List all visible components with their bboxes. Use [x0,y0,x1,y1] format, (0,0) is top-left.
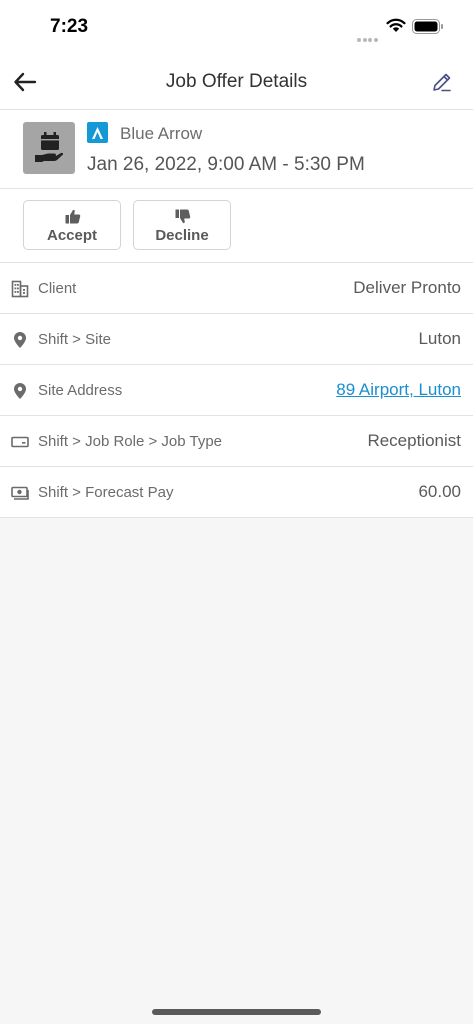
id-card-icon [11,436,29,448]
decline-label: Decline [155,227,209,244]
location-pin-icon [14,332,26,348]
agency-name: Blue Arrow [120,124,203,143]
accept-button[interactable]: Accept [23,200,121,250]
detail-row-site: Shift > Site Luton [0,314,473,365]
detail-label: Site Address [38,382,123,399]
decline-button[interactable]: Decline [133,200,231,250]
offer-actions: Accept Decline [0,189,473,263]
offer-details-list: Client Deliver Pronto Shift > Site Luton… [0,263,473,518]
detail-label: Shift > Site [38,331,111,348]
detail-row-forecast-pay: Shift > Forecast Pay 60.00 [0,467,473,518]
calendar-hand-icon [35,132,64,162]
job-summary: Blue Arrow Jan 26, 2022, 9:00 AM - 5:30 … [0,110,473,189]
detail-label: Shift > Forecast Pay [38,484,174,501]
detail-row-job-type: Shift > Job Role > Job Type Receptionist [0,416,473,467]
detail-label: Shift > Job Role > Job Type [38,433,223,450]
location-pin-icon [14,383,26,399]
building-icon [11,280,29,298]
site-address-link[interactable]: 89 Airport, Luton [336,380,461,400]
thumbs-down-icon [175,209,191,224]
agency-logo [87,122,108,143]
money-icon [11,486,29,500]
pencil-icon[interactable] [431,71,453,93]
detail-label: Client [38,280,77,297]
detail-value: Receptionist [367,431,461,450]
header: Job Offer Details [0,54,473,110]
detail-value: 60.00 [418,482,461,501]
detail-value: Luton [418,329,461,348]
detail-row-client: Client Deliver Pronto [0,263,473,314]
home-indicator[interactable] [152,1009,321,1015]
page-title: Job Offer Details [165,71,308,92]
thumbs-up-icon [65,209,81,224]
status-bar: 7:23 [0,0,473,54]
signal-icon [357,29,379,42]
battery-icon [412,19,443,34]
wifi-icon [386,18,406,32]
status-time: 7:23 [50,16,89,37]
screen: 7:23 Job Offer Details Blue Arrow Jan 26… [0,0,473,1024]
detail-row-site-address: Site Address 89 Airport, Luton [0,365,473,416]
accept-label: Accept [46,227,98,244]
detail-value: Deliver Pronto [353,278,461,297]
shift-time: Jan 26, 2022, 9:00 AM - 5:30 PM [87,154,365,175]
job-offer-avatar [23,122,75,174]
